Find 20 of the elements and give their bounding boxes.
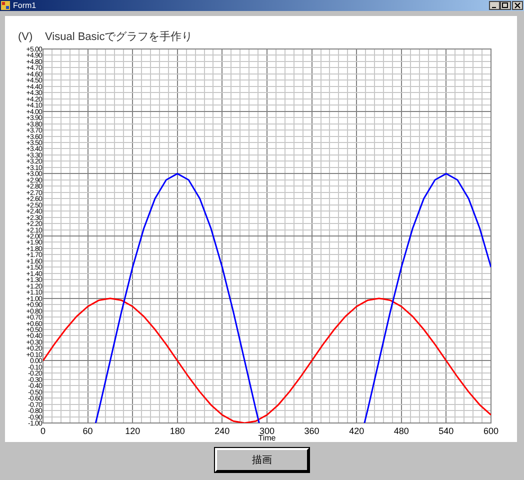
axis-tick-label: 240 <box>214 426 230 436</box>
axis-tick-label: 420 <box>349 426 364 436</box>
axis-tick-label: 0 <box>40 426 46 436</box>
window-title: Form1 <box>13 2 36 10</box>
axis-tick-label: 120 <box>125 426 140 436</box>
axis-title: (V) <box>18 31 33 43</box>
axis-tick-label: 480 <box>394 426 409 436</box>
axis-tick-label: 180 <box>170 426 185 436</box>
chart-title: Visual Basicでグラフを手作り <box>45 31 193 43</box>
axis-tick-label: 540 <box>438 426 454 436</box>
close-icon[interactable] <box>512 1 523 10</box>
axis-title: Time <box>258 434 276 442</box>
axis-tick-label: 600 <box>483 426 499 436</box>
axis-tick-label: 360 <box>304 426 320 436</box>
app-icon <box>1 1 10 10</box>
draw-button[interactable]: 描画 <box>215 448 309 472</box>
maximize-icon[interactable] <box>500 1 511 10</box>
axis-tick-label: 300 <box>259 426 275 436</box>
minimize-icon[interactable] <box>489 1 500 10</box>
axis-tick-label: 60 <box>82 426 93 436</box>
